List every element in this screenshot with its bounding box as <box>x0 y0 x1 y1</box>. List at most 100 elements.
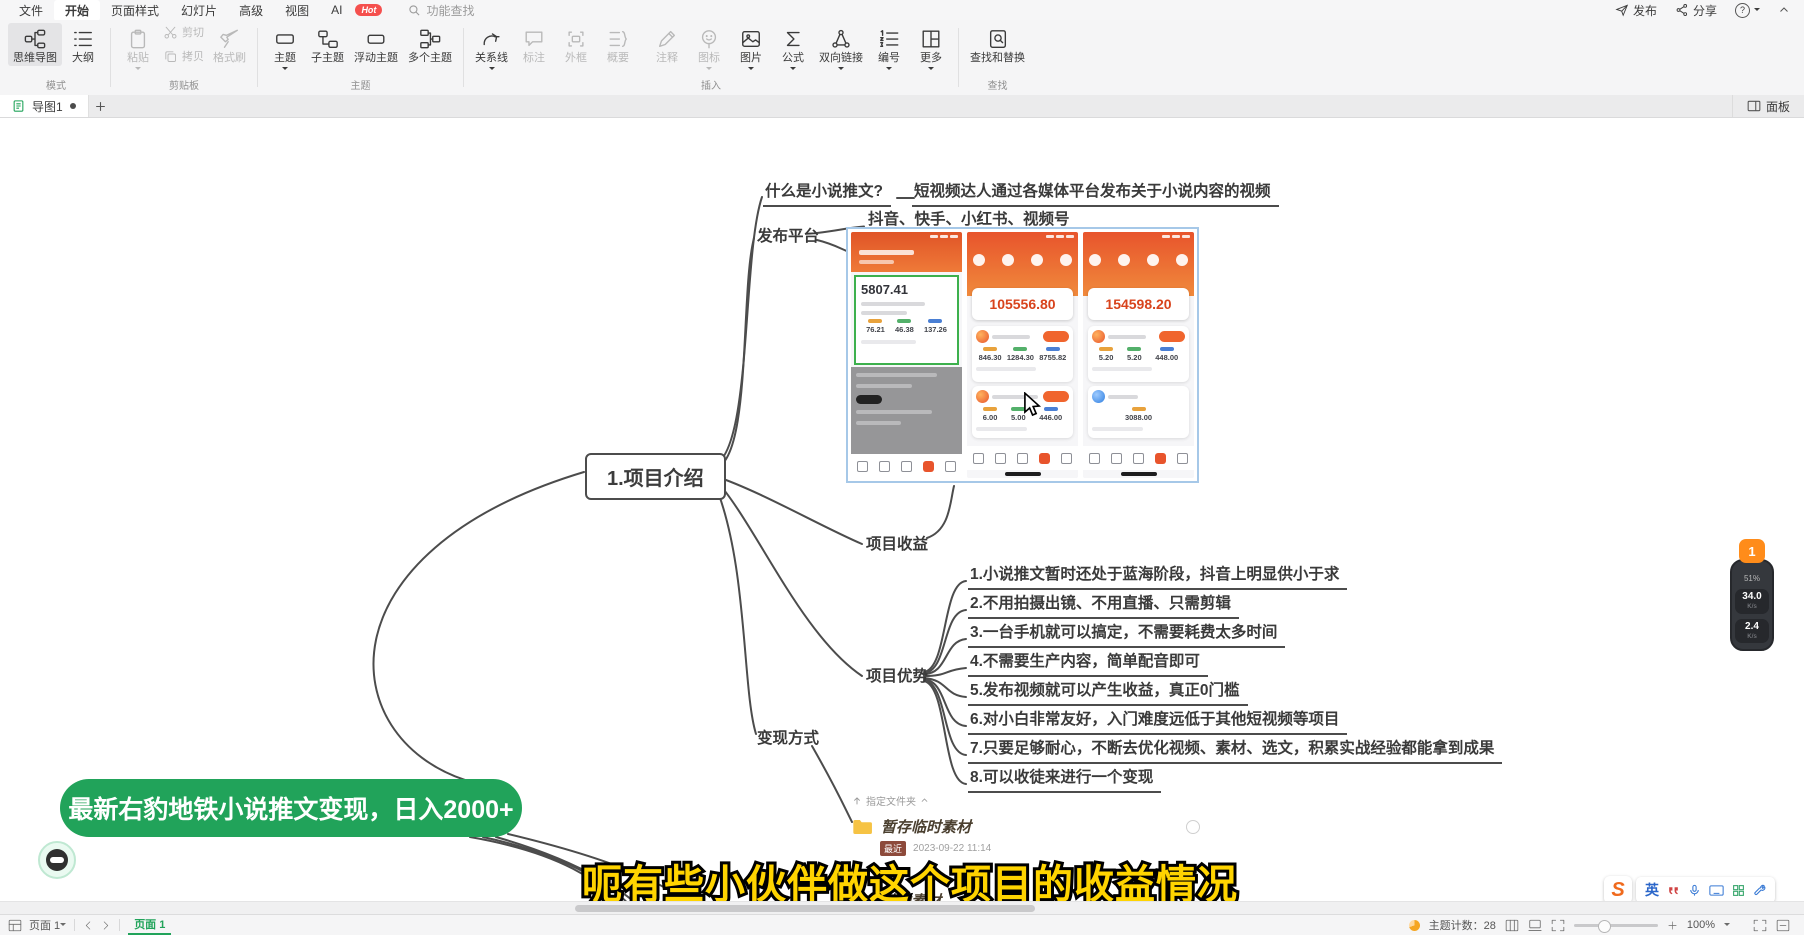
page-tab-active[interactable]: 页面 1 <box>128 915 171 935</box>
callout-button[interactable]: 标注 <box>513 23 555 66</box>
share-button[interactable]: 分享 <box>1675 2 1717 19</box>
phone3-header <box>1083 232 1194 296</box>
comment-button[interactable]: 注释 <box>646 23 688 66</box>
formula-button[interactable]: 公式 <box>772 23 814 75</box>
subtopic-button[interactable]: 子主题 <box>306 23 349 66</box>
mindmap-node-monetize[interactable]: 变现方式 <box>757 726 819 748</box>
image-label: 图片 <box>740 52 762 64</box>
icon-insert-button[interactable]: 图标 <box>688 23 730 75</box>
assistant-robot-button[interactable] <box>38 841 76 879</box>
prev-page-icon[interactable] <box>83 920 94 931</box>
monitor-panel: 51% 34.0 K/s 2.4 K/s <box>1730 559 1774 651</box>
chevron-up-icon <box>920 796 929 805</box>
hot-badge: Hot <box>355 4 382 16</box>
keyboard-icon[interactable] <box>1709 884 1724 897</box>
folder-header[interactable]: 指定文件夹 <box>852 793 1208 808</box>
cut-label: 剪切 <box>182 24 204 40</box>
skin-grid-icon[interactable] <box>1732 884 1745 897</box>
phone1-value: 76.21 <box>866 325 885 334</box>
chevron-down-icon <box>60 923 66 929</box>
mindmap-node-advantage-item[interactable]: 3.一台手机就可以搞定，不需要耗费太多时间 <box>968 620 1285 648</box>
menu-tab-ai[interactable]: AI <box>320 1 353 19</box>
mindmap-node-advantage-item[interactable]: 6.对小白非常友好，入门难度远低于其他短视频等项目 <box>968 707 1347 735</box>
microphone-icon[interactable] <box>1688 884 1701 897</box>
image-button[interactable]: 图片 <box>730 23 772 75</box>
mindmap-node-question[interactable]: 什么是小说推文? <box>763 179 891 207</box>
sogou-logo[interactable]: S <box>1604 876 1632 904</box>
menu-tab-advanced[interactable]: 高级 <box>228 0 274 21</box>
collapse-panel-icon[interactable] <box>1776 919 1790 932</box>
ime-language-toggle[interactable]: 英 <box>1645 880 1659 900</box>
mindmap-node-question-answer[interactable]: 短视频达人通过各媒体平台发布关于小说内容的视频 <box>912 179 1279 207</box>
group-find: 查找和替换 查找 <box>961 20 1034 95</box>
frame-button[interactable]: 外框 <box>555 23 597 66</box>
zoom-in-icon[interactable] <box>1667 920 1678 931</box>
menu-tab-file[interactable]: 文件 <box>8 0 54 21</box>
reading-view-icon[interactable] <box>1528 919 1542 932</box>
zoom-slider[interactable] <box>1574 924 1658 927</box>
mindmap-central-node[interactable]: 1.项目介绍 <box>585 453 726 500</box>
mindmap-node-advantage-item[interactable]: 7.只要足够耐心，不断去优化视频、素材、选文，积累实战经验都能拿到成果 <box>968 736 1502 764</box>
menu-tab-slides[interactable]: 幻灯片 <box>170 0 228 21</box>
scrollbar-thumb[interactable] <box>575 905 1035 912</box>
floating-topic-button[interactable]: 浮动主题 <box>349 23 403 66</box>
nav-active-icon <box>1155 453 1166 464</box>
system-monitor-widget[interactable]: 1 51% 34.0 K/s 2.4 K/s <box>1729 539 1775 651</box>
feature-search[interactable]: 功能查找 <box>408 2 474 19</box>
radio-icon[interactable] <box>1186 820 1200 834</box>
document-tab[interactable]: 导图1 <box>0 95 89 117</box>
page-grid-icon[interactable] <box>8 919 22 932</box>
horizontal-scrollbar[interactable] <box>0 901 1804 915</box>
topic-button[interactable]: 主题 <box>264 23 306 75</box>
quote-icon[interactable] <box>1667 884 1680 897</box>
menu-tab-home[interactable]: 开始 <box>54 0 100 21</box>
sigma-icon <box>782 28 804 50</box>
paste-button[interactable]: 粘贴 <box>117 23 159 75</box>
numbering-button[interactable]: 编号 <box>868 23 910 75</box>
menu-tab-page-style[interactable]: 页面样式 <box>100 0 170 21</box>
document-tab-bar: 导图1 面板 <box>0 95 1804 118</box>
copy-button[interactable]: 拷贝 <box>159 47 208 65</box>
menu-tab-view[interactable]: 视图 <box>274 0 320 21</box>
next-page-icon[interactable] <box>100 920 111 931</box>
multi-topic-button[interactable]: 多个主题 <box>403 23 457 66</box>
home-indicator <box>1005 472 1041 476</box>
more-insert-button[interactable]: 更多 <box>910 23 952 75</box>
panel-toggle-button[interactable]: 面板 <box>1732 95 1804 117</box>
new-tab-button[interactable] <box>89 95 113 117</box>
summary-button[interactable]: 概要 <box>597 23 639 66</box>
mindmap-node-advantage-item[interactable]: 8.可以收徒来进行一个变现 <box>968 765 1161 793</box>
folder-row[interactable]: 暂存临时素材 <box>852 816 1208 837</box>
toolbox-wrench-icon[interactable] <box>1753 884 1766 897</box>
zoom-slider-thumb[interactable] <box>1598 920 1611 933</box>
mindmap-node-advantage-item[interactable]: 1.小说推文暂时还处于蓝海阶段，抖音上明显供小于求 <box>968 562 1347 590</box>
mindmap-node-advantage-item[interactable]: 2.不用拍摄出镜、不用直播、只需剪辑 <box>968 591 1239 619</box>
mindmap-node-platform[interactable]: 发布平台 <box>757 224 819 246</box>
bidirectional-link-button[interactable]: 双向链接 <box>814 23 868 75</box>
find-replace-button[interactable]: 查找和替换 <box>965 23 1030 66</box>
cut-button[interactable]: 剪切 <box>159 23 208 41</box>
zoom-level[interactable]: 100% <box>1687 919 1715 931</box>
outline-mode-button[interactable]: 大纲 <box>62 23 104 66</box>
publish-button[interactable]: 发布 <box>1615 2 1657 19</box>
mindmap-node-income[interactable]: 项目收益 <box>866 532 928 554</box>
fit-window-icon[interactable] <box>1551 919 1565 932</box>
fullscreen-icon[interactable] <box>1753 919 1767 932</box>
mindmap-node-advantage-item[interactable]: 4.不需要生产内容，简单配音即可 <box>968 649 1208 677</box>
phone1-value: 137.26 <box>924 325 947 334</box>
outline-icon <box>72 28 94 50</box>
collapse-ribbon-icon[interactable] <box>1778 4 1790 16</box>
mindmap-mode-button[interactable]: 思维导图 <box>8 23 62 66</box>
format-painter-button[interactable]: 格式刷 <box>208 23 251 66</box>
page-selector[interactable]: 页面 1 <box>29 917 60 933</box>
help-icon: ? <box>1735 3 1750 18</box>
relation-line-button[interactable]: 关系线 <box>470 23 513 75</box>
phone3-value: 5.20 <box>1127 353 1142 362</box>
mindmap-root-node[interactable]: 最新右豹地铁小说推文变现，日入2000+ <box>60 779 522 837</box>
topic-count-label: 主题计数： <box>1429 920 1484 932</box>
earnings-screenshot-node[interactable]: 5807.41 76.21 46.38 137.26 105556.80 <box>846 227 1199 483</box>
view-columns-icon[interactable] <box>1505 919 1519 932</box>
help-button[interactable]: ? <box>1735 3 1760 18</box>
mindmap-node-advantage[interactable]: 项目优势 <box>866 664 928 686</box>
mindmap-node-advantage-item[interactable]: 5.发布视频就可以产生收益，真正0门槛 <box>968 678 1248 706</box>
